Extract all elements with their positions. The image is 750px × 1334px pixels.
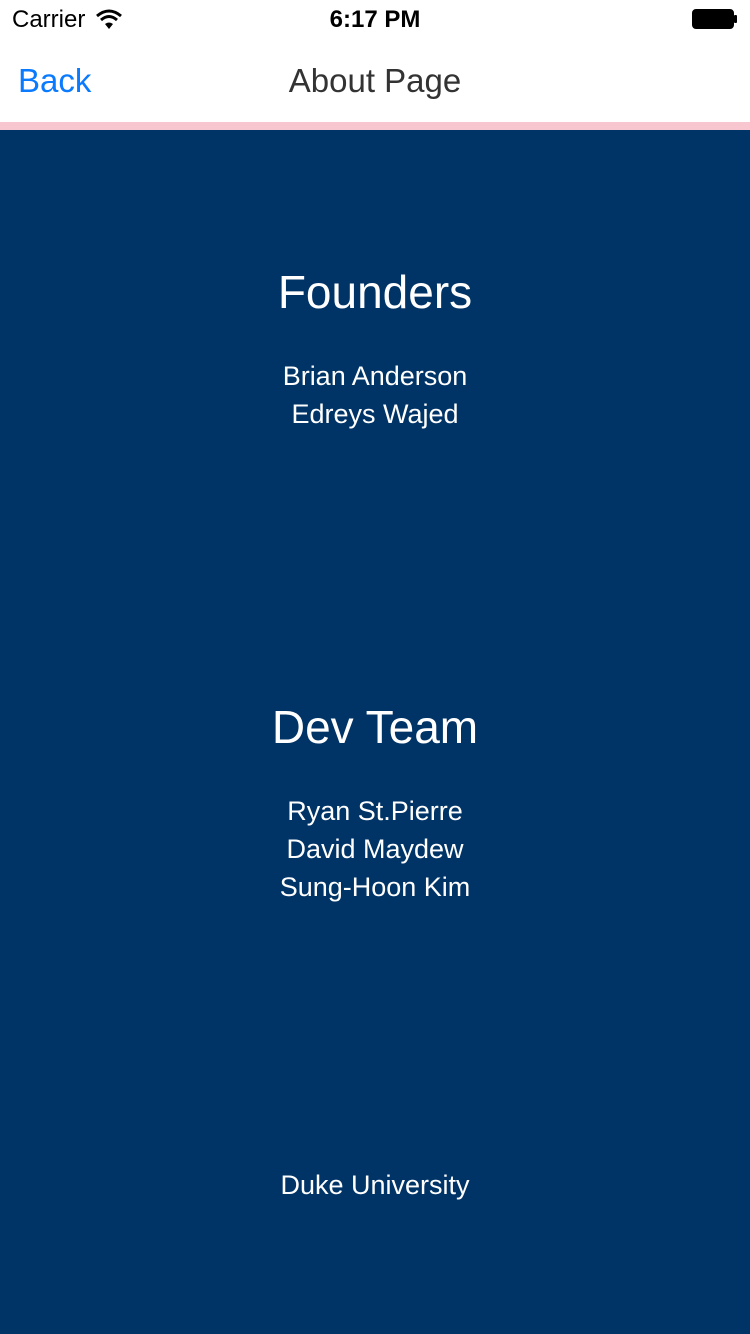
dev-team-list: Ryan St.Pierre David Maydew Sung-Hoon Ki… [0, 792, 750, 906]
status-bar: Carrier 6:17 PM [0, 0, 750, 40]
battery-icon [692, 9, 738, 29]
nav-accent-divider [0, 122, 750, 130]
page-title: About Page [288, 62, 462, 99]
dev-team-heading: Dev Team [271, 701, 479, 753]
founder-name: Brian Anderson [282, 361, 468, 391]
navigation-bar: Back About Page [0, 40, 750, 122]
dev-team-member-name: Sung-Hoon Kim [279, 872, 471, 902]
about-content: Founders Brian Anderson Edreys Wajed Dev… [0, 130, 750, 1334]
founders-heading: Founders [277, 266, 473, 318]
dev-team-member-name: Ryan St.Pierre [287, 796, 463, 826]
university-label: Duke University [280, 1170, 470, 1200]
dev-team-member-name: David Maydew [286, 834, 464, 864]
founders-list: Brian Anderson Edreys Wajed [0, 357, 750, 433]
status-time: 6:17 PM [329, 6, 421, 33]
founder-name: Edreys Wajed [291, 399, 459, 429]
